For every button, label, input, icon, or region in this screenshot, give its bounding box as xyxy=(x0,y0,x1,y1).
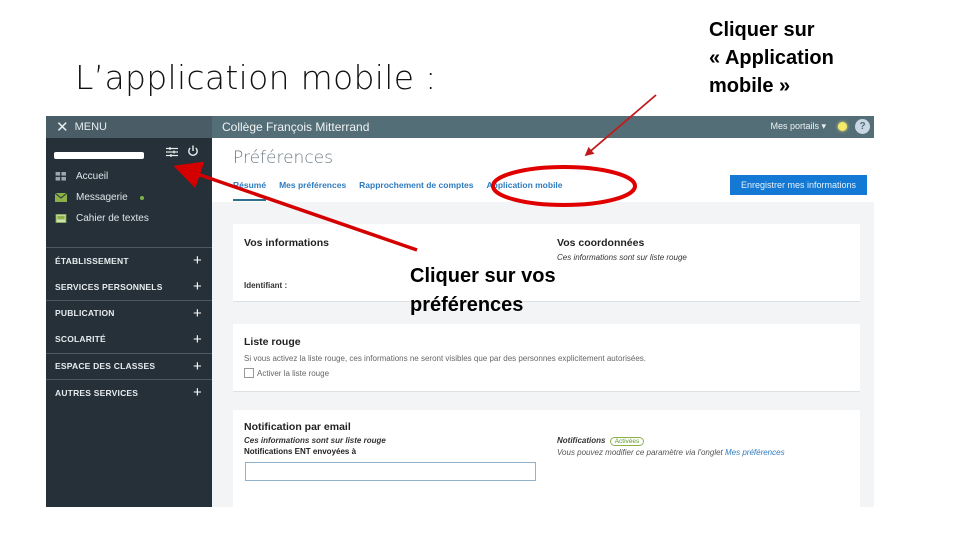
help-text: Vous pouvez modifier ce paramètre via l'… xyxy=(557,448,723,457)
section-list: ÉTABLISSEMENT + SERVICES PERSONNELS + PU… xyxy=(46,247,212,405)
checkbox[interactable] xyxy=(244,368,254,378)
callout-application-mobile: Cliquer sur « Application mobile » xyxy=(709,16,834,100)
callout-preferences: Cliquer sur vos préférences xyxy=(410,262,556,320)
menu-toggle[interactable]: ✕ MENU xyxy=(46,116,212,138)
section-scolarite[interactable]: SCOLARITÉ + xyxy=(46,326,212,352)
section-label: AUTRES SERVICES xyxy=(55,387,139,398)
nav-item-messagerie[interactable]: Messagerie xyxy=(46,187,212,208)
section-label: ÉTABLISSEMENT xyxy=(55,255,129,266)
callout-line: mobile » xyxy=(709,75,791,97)
card-notification-email: Notification par email Ces informations … xyxy=(233,410,860,507)
plus-icon[interactable]: + xyxy=(193,358,202,375)
tab-mes-preferences[interactable]: Mes préférences xyxy=(279,180,346,201)
liste-rouge-note: Ces informations sont sur liste rouge xyxy=(244,436,386,445)
slide: L’application mobile : Cliquer sur « App… xyxy=(0,0,960,540)
menu-label: MENU xyxy=(74,121,107,133)
section-publication[interactable]: PUBLICATION + xyxy=(46,299,212,326)
mes-preferences-link[interactable]: Mes préférences xyxy=(725,448,785,457)
card-title: Vos informations xyxy=(244,237,329,249)
section-autres-services[interactable]: AUTRES SERVICES + xyxy=(46,378,212,405)
callout-line: préférences xyxy=(410,294,524,316)
section-label: PUBLICATION xyxy=(55,308,115,319)
notifications-status-row: Notifications Activées xyxy=(557,436,645,446)
help-icon[interactable]: ? xyxy=(855,119,870,134)
liste-rouge-description: Si vous activez la liste rouge, ces info… xyxy=(244,354,646,363)
notifications-label: Notifications xyxy=(557,436,606,445)
slide-title: L’application mobile : xyxy=(75,58,437,97)
lightbulb-icon[interactable] xyxy=(838,122,847,131)
callout-line: « Application xyxy=(709,47,834,69)
page-header: Préférences Résumé Mes préférences Rappr… xyxy=(212,138,874,202)
sidebar: ✕ MENU Accueil Messagerie Cahier de text… xyxy=(46,116,212,507)
user-row xyxy=(46,138,212,166)
status-badge: Activées xyxy=(609,437,645,446)
tab-rapprochement-de-comptes[interactable]: Rapprochement de comptes xyxy=(359,180,473,201)
unread-badge xyxy=(139,195,144,200)
callout-line: Cliquer sur xyxy=(709,19,815,41)
sent-to-label: Notifications ENT envoyées à xyxy=(244,447,357,456)
identifiant-label: Identifiant : xyxy=(244,281,288,290)
notebook-icon xyxy=(55,214,67,223)
nav-label: Cahier de textes xyxy=(76,213,149,224)
school-name[interactable]: Collège François Mitterrand xyxy=(222,120,369,134)
close-icon[interactable]: ✕ xyxy=(56,120,69,135)
section-espace-des-classes[interactable]: ESPACE DES CLASSES + xyxy=(46,352,212,379)
section-services-personnels[interactable]: SERVICES PERSONNELS + xyxy=(46,273,212,299)
plus-icon[interactable]: + xyxy=(193,331,202,348)
callout-line: Cliquer sur vos xyxy=(410,265,556,287)
card-title: Liste rouge xyxy=(244,336,301,348)
redacted-username xyxy=(54,152,144,159)
plus-icon[interactable]: + xyxy=(193,305,202,322)
tab-resume[interactable]: Résumé xyxy=(233,180,267,201)
power-icon[interactable] xyxy=(187,145,199,157)
coordonnees-title: Vos coordonnées xyxy=(557,237,645,249)
top-bar: Collège François Mitterrand Mes portails… xyxy=(212,116,874,138)
envelope-icon xyxy=(55,193,67,202)
card-liste-rouge: Liste rouge Si vous activez la liste rou… xyxy=(233,324,860,392)
liste-rouge-toggle[interactable]: Activer la liste rouge xyxy=(244,368,329,378)
plus-icon[interactable]: + xyxy=(193,278,202,295)
section-label: SCOLARITÉ xyxy=(55,334,106,345)
card-title: Notification par email xyxy=(244,421,351,433)
nav-label: Messagerie xyxy=(76,192,128,203)
nav-item-cahier-de-textes[interactable]: Cahier de textes xyxy=(46,208,212,229)
grid-icon xyxy=(55,172,66,181)
liste-rouge-note: Ces informations sont sur liste rouge xyxy=(557,253,687,262)
checkbox-label: Activer la liste rouge xyxy=(257,368,330,378)
main-content: Préférences Résumé Mes préférences Rappr… xyxy=(212,138,874,507)
section-label: ESPACE DES CLASSES xyxy=(55,361,156,372)
plus-icon[interactable]: + xyxy=(193,384,202,401)
portails-dropdown[interactable]: Mes portails ▾ xyxy=(770,121,826,132)
section-label: SERVICES PERSONNELS xyxy=(55,281,163,292)
preferences-icon[interactable] xyxy=(166,147,178,157)
page-title: Préférences xyxy=(233,148,333,168)
plus-icon[interactable]: + xyxy=(193,252,202,269)
save-button[interactable]: Enregistrer mes informations xyxy=(730,175,867,195)
notifications-help: Vous pouvez modifier ce paramètre via l'… xyxy=(557,448,785,457)
email-field[interactable] xyxy=(245,462,536,481)
nav-label: Accueil xyxy=(76,171,109,182)
tab-application-mobile[interactable]: Application mobile xyxy=(486,180,562,201)
section-etablissement[interactable]: ÉTABLISSEMENT + xyxy=(46,247,212,273)
nav-item-accueil[interactable]: Accueil xyxy=(46,166,212,187)
tab-bar: Résumé Mes préférences Rapprochement de … xyxy=(233,180,563,201)
